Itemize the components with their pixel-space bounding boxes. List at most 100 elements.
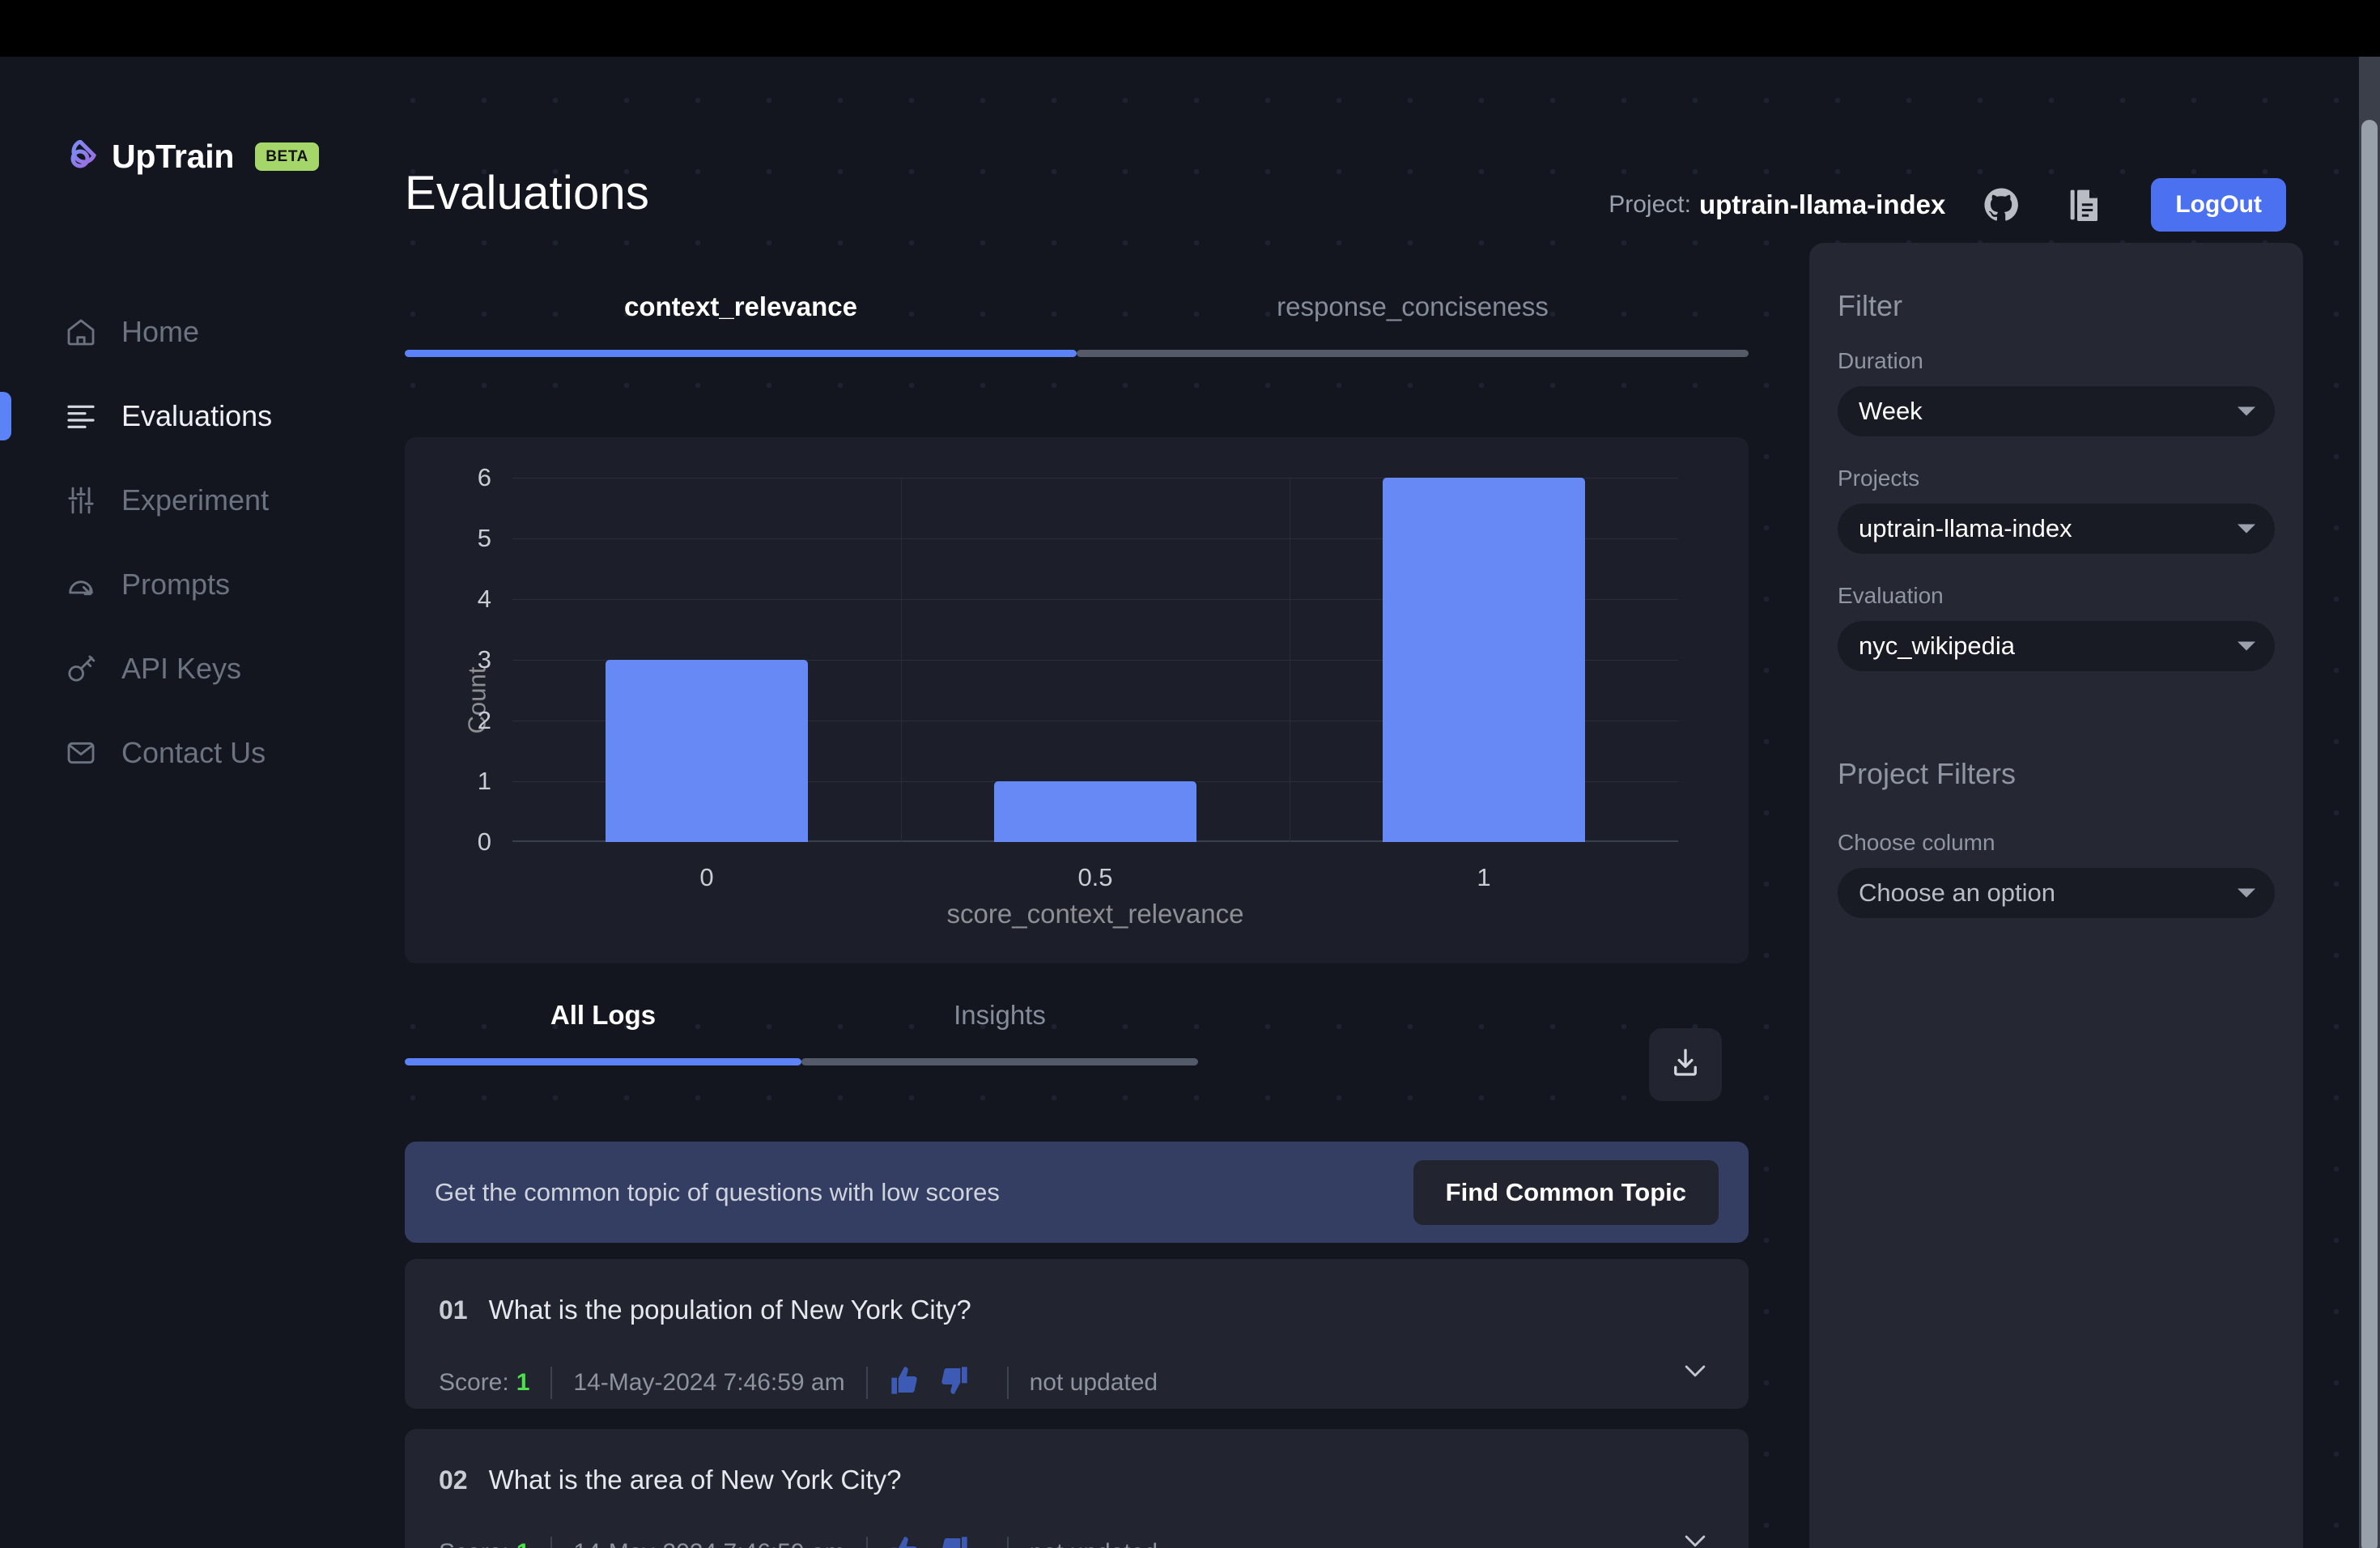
scrollbar-thumb[interactable] — [2361, 120, 2378, 1548]
sidebar-item-label: API Keys — [121, 652, 242, 685]
log-header: 01 What is the population of New York Ci… — [439, 1295, 971, 1325]
thumbs-down-icon[interactable] — [937, 1364, 970, 1401]
project-value: uptrain-llama-index — [1698, 189, 1946, 219]
log-status: not updated — [1030, 1539, 1158, 1548]
projects-label: Projects — [1838, 466, 1920, 491]
download-icon — [1668, 1046, 1702, 1084]
thumbs-up-icon[interactable] — [889, 1534, 921, 1548]
sidebar-item-api-keys[interactable]: API Keys — [0, 627, 405, 711]
tab-label: context_relevance — [624, 291, 857, 321]
tab-label: Insights — [954, 1000, 1046, 1030]
log-list: 01 What is the population of New York Ci… — [405, 1259, 1749, 1548]
score-label: Score: — [439, 1368, 509, 1396]
tab-underline — [405, 350, 1077, 357]
log-row[interactable]: 02 What is the area of New York City? Sc… — [405, 1429, 1749, 1548]
log-score: Score:1 — [439, 1369, 529, 1397]
chart-y-tick: 6 — [477, 463, 491, 491]
page-scrollbar[interactable] — [2359, 57, 2380, 1548]
chevron-down-icon[interactable] — [1679, 1525, 1711, 1548]
evaluation-label: Evaluation — [1838, 583, 1944, 608]
brand-name: UpTrain — [112, 138, 235, 175]
filter-panel: Filter Duration Week Projects uptrain-ll… — [1809, 243, 2303, 1548]
sidebar-item-evaluations[interactable]: Evaluations — [0, 374, 405, 458]
tab-all-logs[interactable]: All Logs — [405, 1000, 801, 1065]
thumbs-down-icon[interactable] — [937, 1534, 970, 1548]
metric-tabs: context_relevance response_conciseness — [405, 291, 1749, 391]
github-icon[interactable] — [1973, 176, 2029, 233]
document-icon[interactable] — [2057, 176, 2114, 233]
common-topic-banner: Get the common topic of questions with l… — [405, 1142, 1749, 1243]
browser-chrome-bar — [0, 0, 2380, 57]
logout-button[interactable]: LogOut — [2151, 178, 2286, 232]
thumbs-up-icon[interactable] — [889, 1364, 921, 1401]
app-root: UpTrain BETA Home Evaluations Experiment… — [0, 0, 2380, 1548]
project-filters-title: Project Filters — [1838, 757, 2017, 790]
choose-column-value: Choose an option — [1859, 878, 2056, 907]
main-content: Evaluations Project: uptrain-llama-index — [405, 57, 2380, 1548]
score-value: 1 — [516, 1368, 530, 1396]
chart-x-tick: 0 — [699, 863, 714, 891]
sidebar-item-home[interactable]: Home — [0, 290, 405, 374]
app-shell: UpTrain BETA Home Evaluations Experiment… — [0, 57, 2380, 1548]
sidebar: UpTrain BETA Home Evaluations Experiment… — [0, 57, 405, 1548]
chart-card: Count 0 1 2 3 4 5 6 0 0.5 1 score_context_relevan… — [405, 437, 1749, 963]
log-index: 01 — [439, 1295, 468, 1325]
tab-response-conciseness[interactable]: response_conciseness — [1077, 291, 1749, 391]
chart-y-tick: 4 — [477, 585, 491, 613]
divider — [865, 1366, 868, 1399]
log-timestamp: 14-May-2024 7:46:59 am — [573, 1539, 844, 1548]
common-topic-text: Get the common topic of questions with l… — [435, 1177, 1000, 1206]
log-meta: Score: 1 14-May-2024 7:46:59 am — [439, 1534, 1158, 1548]
log-status: not updated — [1029, 1368, 1158, 1396]
divider — [1006, 1536, 1009, 1548]
evaluation-select[interactable]: nyc_wikipedia — [1838, 621, 2275, 671]
projects-value: uptrain-llama-index — [1859, 514, 2072, 542]
download-button[interactable] — [1649, 1028, 1722, 1101]
projects-field: Projects uptrain-llama-index — [1838, 466, 2275, 554]
chart-bar[interactable] — [1383, 478, 1585, 842]
log-question: What is the area of New York City? — [488, 1465, 902, 1495]
duration-value: Week — [1859, 397, 1923, 425]
tab-underline — [1077, 350, 1749, 357]
sidebar-item-label: Experiment — [121, 483, 270, 517]
sidebar-item-label: Prompts — [121, 568, 231, 601]
chart-y-tick: 3 — [477, 645, 491, 674]
chart-bar[interactable] — [606, 660, 808, 842]
chart-x-axis-label: score_context_relevance — [946, 899, 1244, 929]
key-icon — [63, 651, 99, 687]
find-common-topic-button[interactable]: Find Common Topic — [1413, 1159, 1719, 1225]
sidebar-item-prompts[interactable]: Prompts — [0, 542, 405, 627]
histogram-chart: Count 0 1 2 3 4 5 6 0 0.5 1 score_context_relevan… — [405, 437, 1749, 963]
chevron-down-icon[interactable] — [1679, 1354, 1711, 1391]
home-icon — [63, 314, 99, 350]
tab-underline — [405, 1058, 801, 1065]
sidebar-item-label: Home — [121, 315, 200, 348]
tab-insights[interactable]: Insights — [801, 1000, 1198, 1065]
divider — [550, 1366, 553, 1399]
project-label: Project: — [1609, 191, 1691, 218]
active-indicator — [0, 392, 11, 440]
chevron-down-icon — [2238, 888, 2255, 898]
list-icon — [63, 398, 99, 434]
tab-label: All Logs — [550, 1000, 657, 1030]
sidebar-item-experiment[interactable]: Experiment — [0, 458, 405, 542]
brand-logo[interactable]: UpTrain BETA — [63, 138, 319, 176]
prompt-icon — [63, 567, 99, 602]
sidebar-nav: Home Evaluations Experiment Prompts API … — [0, 290, 405, 795]
duration-label: Duration — [1838, 348, 1923, 373]
chart-x-tick: 1 — [1477, 863, 1491, 891]
chart-plot-area: 0 1 2 3 4 5 6 0 0.5 1 — [478, 463, 1678, 891]
tab-context-relevance[interactable]: context_relevance — [405, 291, 1077, 391]
chart-bar[interactable] — [994, 781, 1196, 842]
log-timestamp: 14-May-2024 7:46:59 am — [573, 1368, 845, 1396]
duration-select[interactable]: Week — [1838, 386, 2275, 436]
chevron-down-icon — [2238, 641, 2255, 651]
sliders-icon — [63, 483, 99, 518]
sidebar-item-contact-us[interactable]: Contact Us — [0, 711, 405, 795]
header-actions: Project: uptrain-llama-index LogOut — [1609, 176, 2286, 233]
log-row[interactable]: 01 What is the population of New York Ci… — [405, 1259, 1749, 1409]
chart-y-tick: 1 — [477, 767, 491, 795]
projects-select[interactable]: uptrain-llama-index — [1838, 504, 2275, 554]
evaluation-field: Evaluation nyc_wikipedia — [1838, 583, 2275, 671]
choose-column-select[interactable]: Choose an option — [1838, 868, 2275, 918]
